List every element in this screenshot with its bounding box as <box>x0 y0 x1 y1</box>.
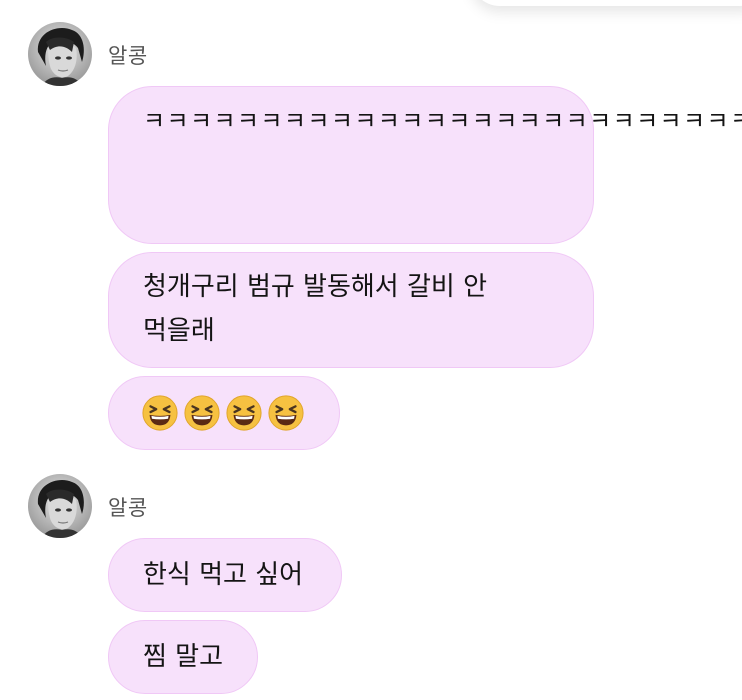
message-text: 청개구리 범규 발동해서 갈비 안 먹을래 <box>143 272 488 346</box>
sender-name: 알콩 <box>108 44 148 68</box>
sender-name: 알콩 <box>108 496 148 520</box>
grinning-squinting-face-icon <box>142 395 178 431</box>
avatar[interactable] <box>28 22 92 86</box>
message-text: 찜 말고 <box>143 642 224 672</box>
avatar[interactable] <box>28 474 92 538</box>
grinning-squinting-face-icon <box>226 395 262 431</box>
top-overlay-shadow <box>470 0 742 6</box>
grinning-squinting-face-icon <box>268 395 304 431</box>
message-text: 한식 먹고 싶어 <box>143 560 304 590</box>
grinning-squinting-face-icon <box>184 395 220 431</box>
message-bubble[interactable]: 찜 말고 <box>108 620 258 694</box>
chat-view: 알콩 ㅋㅋㅋㅋㅋㅋㅋㅋㅋㅋㅋㅋㅋㅋㅋㅋㅋㅋㅋㅋㅋㅋㅋㅋㅋㅋㅋㅋㅋㅋㅋㅋㅋㅋㅋㅋㅋ… <box>0 0 742 700</box>
message-bubble-emoji[interactable] <box>108 376 340 450</box>
message-bubble[interactable]: 한식 먹고 싶어 <box>108 538 342 612</box>
message-bubble[interactable]: ㅋㅋㅋㅋㅋㅋㅋㅋㅋㅋㅋㅋㅋㅋㅋㅋㅋㅋㅋㅋㅋㅋㅋㅋㅋㅋㅋㅋㅋㅋㅋㅋㅋㅋㅋㅋㅋㅋㅋㅋ… <box>108 86 742 244</box>
message-text: ㅋㅋㅋㅋㅋㅋㅋㅋㅋㅋㅋㅋㅋㅋㅋㅋㅋㅋㅋㅋㅋㅋㅋㅋㅋㅋㅋㅋㅋㅋㅋㅋㅋㅋㅋㅋㅋㅋㅋㅋ… <box>143 107 742 135</box>
message-bubble[interactable]: 청개구리 범규 발동해서 갈비 안 먹을래 <box>108 252 594 368</box>
